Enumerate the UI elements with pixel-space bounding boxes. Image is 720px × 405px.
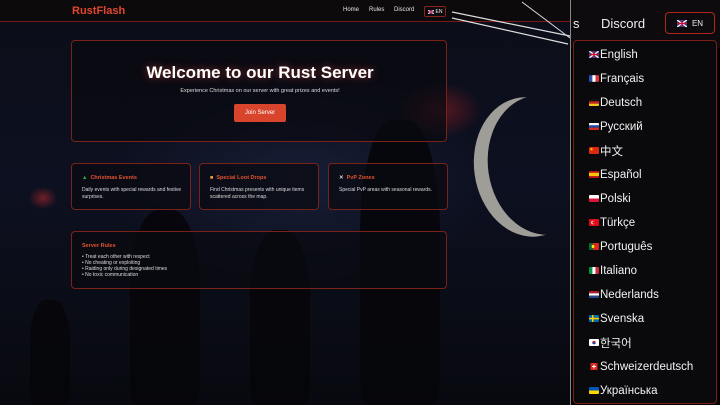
language-name: Polski bbox=[600, 193, 631, 205]
language-option-swiss-german[interactable]: Schweizerdeutsch bbox=[590, 358, 694, 376]
language-name: English bbox=[600, 49, 638, 61]
uk-flag-icon bbox=[589, 51, 599, 58]
feature-title-text: PvP Zones bbox=[346, 175, 375, 181]
language-name: Italiano bbox=[600, 265, 638, 277]
nav-link-discord[interactable]: Discord bbox=[601, 16, 645, 31]
language-option-english[interactable]: English bbox=[589, 46, 638, 64]
language-option-italian[interactable]: Italiano bbox=[589, 262, 638, 280]
feature-title: ✕ PvP Zones bbox=[339, 175, 375, 181]
swords-icon: ✕ bbox=[339, 175, 344, 181]
screenshot: RustFlash Home Rules Discord EN Welcome … bbox=[0, 0, 720, 405]
language-name: Русский bbox=[600, 121, 643, 133]
uk-flag-icon bbox=[676, 19, 687, 27]
zoom-panel: s Discord EN English Français Deutsch Ру… bbox=[570, 0, 720, 405]
language-name: Español bbox=[600, 169, 642, 181]
language-option-korean[interactable]: 한국어 bbox=[589, 334, 632, 352]
zoom-pointer-lines bbox=[451, 1, 571, 45]
join-server-button[interactable]: Join Server bbox=[234, 104, 286, 122]
feature-desc: Find Christmas presents with unique item… bbox=[210, 187, 305, 200]
language-dropdown: English Français Deutsch Русский 中文 Espa… bbox=[573, 40, 717, 404]
netherlands-flag-icon bbox=[589, 291, 599, 298]
language-name: 한국어 bbox=[600, 338, 632, 350]
language-option-swedish[interactable]: Svenska bbox=[589, 310, 645, 328]
rules-list: Treat each other with respect No cheatin… bbox=[82, 254, 167, 278]
gift-icon: ■ bbox=[210, 175, 214, 181]
language-name: Português bbox=[600, 241, 653, 253]
switzerland-flag-icon bbox=[590, 363, 598, 370]
language-option-german[interactable]: Deutsch bbox=[589, 94, 643, 112]
china-flag-icon bbox=[589, 147, 599, 154]
language-option-polish[interactable]: Polski bbox=[589, 190, 631, 208]
russia-flag-icon bbox=[589, 123, 599, 130]
rules-title: Server Rules bbox=[82, 243, 116, 249]
spain-flag-icon bbox=[589, 171, 599, 178]
turkey-flag-icon bbox=[589, 219, 599, 226]
language-option-russian[interactable]: Русский bbox=[589, 118, 643, 136]
nav-link-discord[interactable]: Discord bbox=[394, 7, 414, 13]
nav-link-rules[interactable]: Rules bbox=[369, 7, 384, 13]
feature-title-text: Special Loot Drops bbox=[216, 175, 267, 181]
language-option-ukrainian[interactable]: Українська bbox=[589, 382, 658, 400]
soldier-silhouette bbox=[30, 300, 70, 405]
portugal-flag-icon bbox=[589, 243, 599, 250]
rules-card: Server Rules Treat each other with respe… bbox=[71, 231, 447, 289]
korea-flag-icon bbox=[589, 339, 599, 346]
ukraine-flag-icon bbox=[589, 387, 599, 394]
language-label: EN bbox=[691, 18, 704, 28]
language-button[interactable]: EN bbox=[665, 12, 715, 34]
tree-icon: ▲ bbox=[82, 175, 88, 181]
hero-subtitle: Experience Christmas on our server with … bbox=[180, 88, 340, 94]
language-name: Українська bbox=[600, 385, 658, 397]
language-option-dutch[interactable]: Nederlands bbox=[589, 286, 659, 304]
feature-desc: Special PvP areas with seasonal rewards. bbox=[339, 187, 433, 193]
language-name: Svenska bbox=[600, 313, 645, 325]
partial-nav-text: s bbox=[573, 16, 580, 31]
feature-card-loot-drops: ■ Special Loot Drops Find Christmas pres… bbox=[199, 163, 319, 210]
language-name: Schweizerdeutsch bbox=[600, 361, 694, 373]
hero-card: Welcome to our Rust Server Experience Ch… bbox=[71, 40, 447, 142]
language-option-chinese[interactable]: 中文 bbox=[589, 142, 623, 160]
poland-flag-icon bbox=[589, 195, 599, 202]
feature-title: ■ Special Loot Drops bbox=[210, 175, 266, 181]
germany-flag-icon bbox=[589, 99, 599, 106]
uk-flag-icon bbox=[427, 9, 434, 14]
france-flag-icon bbox=[589, 75, 599, 82]
feature-title-text: Christmas Events bbox=[90, 175, 137, 181]
language-option-french[interactable]: Français bbox=[589, 70, 645, 88]
language-name: Français bbox=[600, 73, 645, 85]
nav-link-home[interactable]: Home bbox=[343, 7, 359, 13]
feature-card-christmas-events: ▲ Christmas Events Daily events with spe… bbox=[71, 163, 191, 210]
language-name: 中文 bbox=[600, 146, 623, 158]
hero-title: Welcome to our Rust Server bbox=[146, 63, 374, 82]
language-name: Nederlands bbox=[600, 289, 659, 301]
language-option-spanish[interactable]: Español bbox=[589, 166, 642, 184]
feature-card-pvp-zones: ✕ PvP Zones Special PvP areas with seaso… bbox=[328, 163, 448, 210]
language-name: Deutsch bbox=[600, 97, 643, 109]
site-logo[interactable]: RustFlash bbox=[72, 5, 125, 17]
language-option-portuguese[interactable]: Português bbox=[589, 238, 653, 256]
sweden-flag-icon bbox=[589, 315, 599, 322]
feature-desc: Daily events with special rewards and fe… bbox=[82, 187, 182, 200]
language-name: Türkçe bbox=[600, 217, 636, 229]
feature-title: ▲ Christmas Events bbox=[82, 175, 137, 181]
italy-flag-icon bbox=[589, 267, 599, 274]
rule-item: No toxic communication bbox=[82, 272, 167, 278]
language-option-turkish[interactable]: Türkçe bbox=[589, 214, 636, 232]
